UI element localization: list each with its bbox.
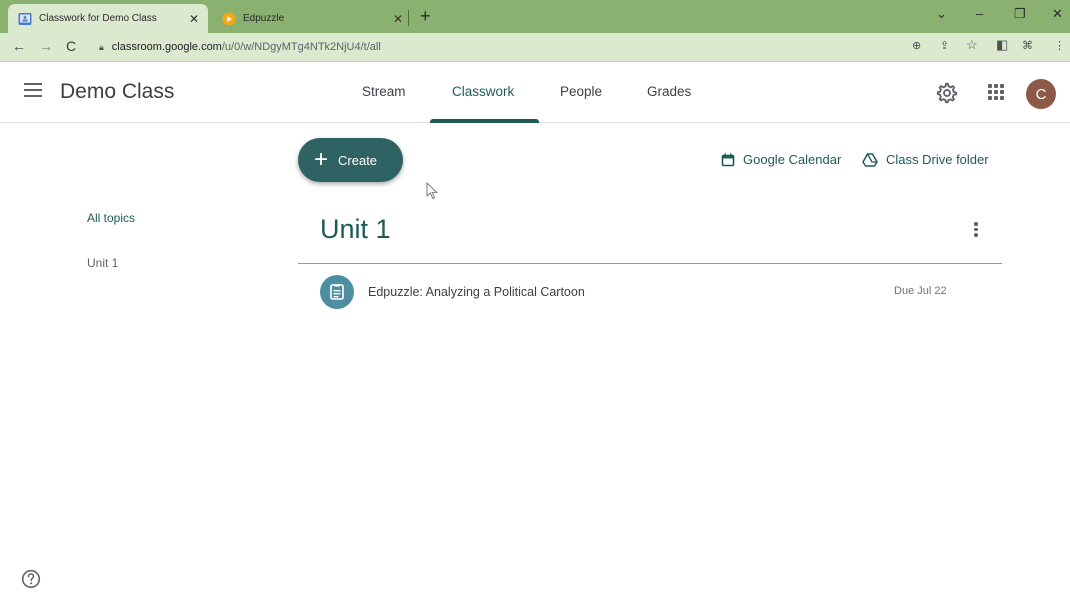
topic-all-topics[interactable]: All topics bbox=[87, 211, 135, 225]
selected-tab-indicator bbox=[430, 119, 539, 123]
close-tab-icon[interactable]: ✕ bbox=[390, 12, 406, 26]
class-title[interactable]: Demo Class bbox=[60, 80, 174, 104]
close-tab-icon[interactable]: ✕ bbox=[186, 12, 202, 26]
restore-icon[interactable]: ❐ bbox=[1014, 6, 1026, 22]
plus-icon: + bbox=[314, 146, 329, 173]
drive-icon bbox=[862, 152, 878, 167]
more-options-icon[interactable] bbox=[970, 222, 982, 240]
google-calendar-label: Google Calendar bbox=[743, 152, 842, 167]
tab-classwork[interactable]: Classwork bbox=[452, 84, 514, 99]
tab-search-chevron-icon[interactable]: ⌄ bbox=[936, 6, 947, 22]
calendar-icon bbox=[721, 153, 735, 166]
topic-unit-1[interactable]: Unit 1 bbox=[87, 256, 118, 270]
assignment-title: Edpuzzle: Analyzing a Political Cartoon bbox=[368, 285, 585, 299]
help-icon[interactable] bbox=[21, 569, 41, 589]
tab-grades[interactable]: Grades bbox=[647, 84, 691, 99]
back-arrow-icon[interactable]: ← bbox=[12, 38, 26, 54]
browser-tab-strip: Classwork for Demo Class ✕ Edpuzzle ✕ + … bbox=[0, 0, 1070, 33]
assignment-icon bbox=[320, 275, 354, 309]
settings-gear-icon[interactable] bbox=[936, 82, 958, 104]
browser-tab-edpuzzle[interactable]: Edpuzzle ✕ bbox=[212, 4, 412, 33]
extension-icon[interactable]: ⌘ bbox=[1022, 39, 1033, 52]
new-tab-icon[interactable]: + bbox=[420, 6, 431, 27]
close-window-icon[interactable]: ✕ bbox=[1052, 6, 1063, 22]
bookmark-star-icon[interactable]: ☆ bbox=[966, 37, 978, 53]
tab-people[interactable]: People bbox=[560, 84, 602, 99]
forward-arrow-icon[interactable]: → bbox=[39, 38, 53, 54]
assignment-row[interactable]: Edpuzzle: Analyzing a Political Cartoon … bbox=[298, 271, 1002, 313]
tab-title: Edpuzzle bbox=[243, 13, 285, 24]
minimize-icon[interactable]: – bbox=[976, 6, 983, 21]
unit-divider bbox=[298, 263, 1002, 264]
zoom-icon[interactable]: ⊕ bbox=[912, 39, 921, 52]
classroom-favicon-icon bbox=[18, 12, 32, 25]
account-avatar[interactable]: C bbox=[1026, 79, 1056, 109]
assignment-due-date: Due Jul 22 bbox=[894, 285, 947, 297]
tab-stream[interactable]: Stream bbox=[362, 84, 406, 99]
class-drive-folder-link[interactable]: Class Drive folder bbox=[862, 152, 989, 167]
url-text: classroom.google.com/u/0/w/NDgyMTg4NTk2N… bbox=[111, 41, 381, 53]
create-button[interactable]: + Create bbox=[298, 138, 403, 182]
url-field[interactable]: 🔒︎ classroom.google.com/u/0/w/NDgyMTg4NT… bbox=[95, 36, 975, 58]
create-button-label: Create bbox=[338, 152, 378, 168]
google-apps-icon[interactable] bbox=[988, 84, 1004, 100]
side-panel-icon[interactable]: ◧ bbox=[996, 37, 1008, 53]
google-calendar-link[interactable]: Google Calendar bbox=[721, 152, 841, 167]
browser-tab-classwork[interactable]: Classwork for Demo Class ✕ bbox=[8, 4, 208, 33]
browser-address-bar: ← → C 🔒︎ classroom.google.com/u/0/w/NDgy… bbox=[0, 33, 1070, 62]
unit-heading: Unit 1 bbox=[320, 214, 391, 244]
reload-icon[interactable]: C bbox=[66, 38, 76, 54]
mouse-cursor-icon bbox=[426, 182, 439, 200]
lock-icon: 🔒︎ bbox=[99, 41, 104, 52]
tab-title: Classwork for Demo Class bbox=[39, 13, 157, 24]
class-drive-folder-label: Class Drive folder bbox=[886, 152, 989, 167]
browser-menu-icon[interactable]: ⋮ bbox=[1054, 39, 1065, 52]
edpuzzle-favicon-icon bbox=[222, 12, 236, 25]
share-icon[interactable]: ⇪ bbox=[940, 39, 949, 52]
main-menu-icon[interactable] bbox=[24, 83, 42, 97]
classroom-header: Demo Class Stream Classwork People Grade… bbox=[0, 62, 1070, 123]
tab-separator bbox=[408, 10, 409, 26]
